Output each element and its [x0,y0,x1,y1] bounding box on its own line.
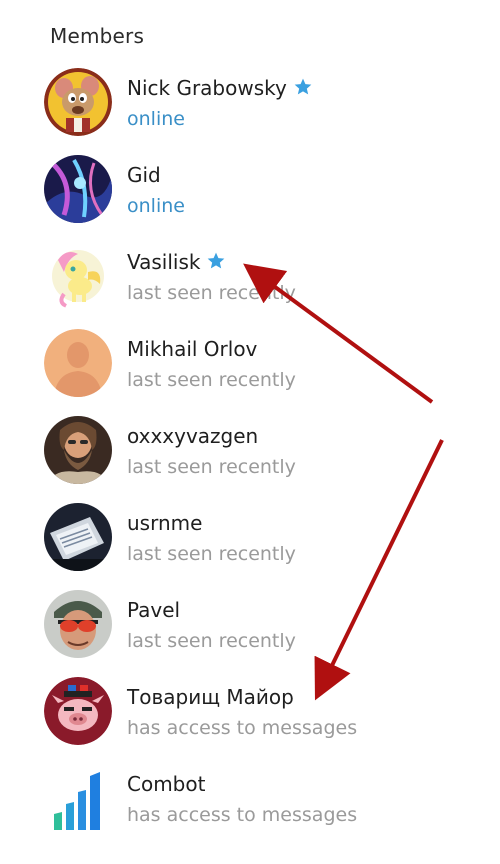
member-row-pavel[interactable]: Pavel last seen recently [44,590,444,660]
member-name: Pavel [127,598,181,622]
member-name: oxxxyvazgen [127,424,259,448]
member-status: online [127,195,185,217]
member-status: last seen recently [127,282,296,304]
member-name: Combot [127,772,206,796]
member-row-usrnme[interactable]: usrnme last seen recently [44,503,444,573]
member-name: Vasilisk [127,250,201,274]
rat-cartoon-avatar[interactable] [44,68,112,136]
bearded-man-avatar[interactable] [44,416,112,484]
member-name: Товарищ Майор [127,685,294,709]
member-row-nick-grabowsky[interactable]: Nick Grabowsky online [44,68,444,138]
member-status: last seen recently [127,630,296,652]
member-status: has access to messages [127,717,358,739]
laptop-avatar[interactable] [44,503,112,571]
member-name: Gid [127,163,161,187]
abstract-blue-avatar[interactable] [44,155,112,223]
pig-police-avatar[interactable] [44,677,112,745]
default-person-avatar[interactable] [44,329,112,397]
member-name: usrnme [127,511,203,535]
member-status: online [127,108,185,130]
member-row-gid[interactable]: Gid online [44,155,444,225]
member-name: Mikhail Orlov [127,337,258,361]
member-row-vasilisk[interactable]: Vasilisk last seen recently [44,242,444,312]
star-icon [293,77,313,101]
member-row-tovarishch-mayor[interactable]: Товарищ Майор has access to messages [44,677,444,747]
member-row-combot[interactable]: Combot has access to messages [44,764,444,834]
member-status: last seen recently [127,369,296,391]
star-icon [206,251,226,275]
sunglasses-man-avatar[interactable] [44,590,112,658]
pony-avatar[interactable] [44,242,112,310]
member-name: Nick Grabowsky [127,76,287,100]
member-row-mikhail-orlov[interactable]: Mikhail Orlov last seen recently [44,329,444,399]
bar-chart-logo[interactable] [44,764,112,832]
member-status: last seen recently [127,543,296,565]
member-status: last seen recently [127,456,296,478]
member-status: has access to messages [127,804,358,826]
member-row-oxxxyvazgen[interactable]: oxxxyvazgen last seen recently [44,416,444,486]
members-section-title: Members [50,24,145,48]
